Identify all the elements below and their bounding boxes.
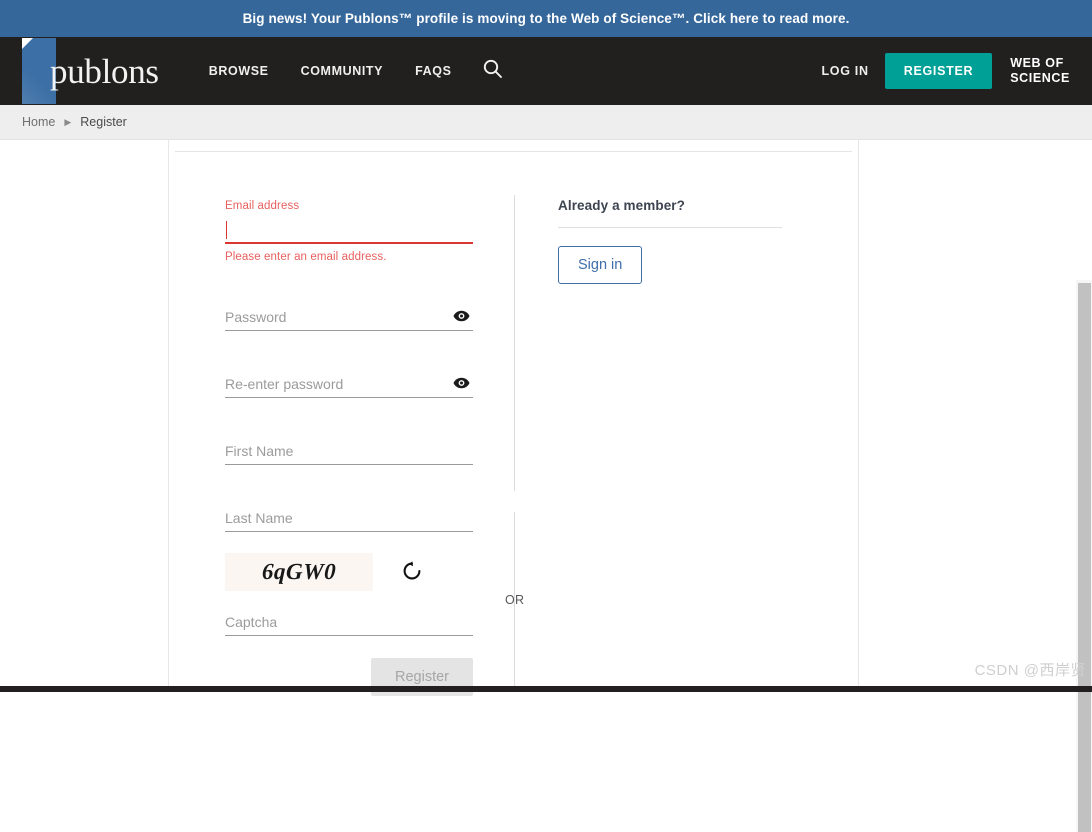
registration-form: Email address Please enter an email addr… (225, 200, 473, 696)
main-navbar: publons BROWSE COMMUNITY FAQS LOG IN REG… (0, 37, 1092, 105)
publons-logo-text: publons (50, 54, 159, 89)
breadcrumb-item-home[interactable]: Home (22, 115, 55, 129)
announcement-text: Big news! Your Publons™ profile is movin… (243, 11, 850, 26)
captcha-refresh-button[interactable] (399, 559, 425, 585)
last-name-input[interactable] (225, 506, 473, 530)
password-input[interactable] (225, 305, 473, 329)
last-name-input-wrap[interactable] (225, 506, 473, 532)
password-field-group (225, 305, 473, 331)
vertical-divider-bottom (514, 512, 515, 692)
captcha-row: 6qGW0 (225, 553, 473, 591)
web-of-science-line-2: SCIENCE (1010, 71, 1070, 86)
register-columns: Email address Please enter an email addr… (169, 140, 858, 692)
scrollbar-thumb[interactable] (1078, 283, 1091, 832)
spacer (225, 263, 473, 305)
eye-icon (453, 377, 470, 392)
email-label: Email address (225, 200, 473, 212)
web-of-science-line-1: WEB OF (1010, 56, 1070, 71)
email-field-group: Email address Please enter an email addr… (225, 200, 473, 263)
first-name-input[interactable] (225, 439, 473, 463)
watermark: CSDN @西岸贤 (975, 659, 1086, 680)
web-of-science-link[interactable]: WEB OF SCIENCE (1010, 56, 1070, 86)
spacer (225, 465, 473, 506)
nav-link-browse[interactable]: BROWSE (193, 54, 285, 88)
log-in-link[interactable]: LOG IN (805, 54, 884, 88)
password-confirm-visibility-toggle[interactable] (451, 374, 471, 394)
email-error-message: Please enter an email address. (225, 251, 473, 263)
nav-link-community[interactable]: COMMUNITY (285, 54, 399, 88)
page-body: Email address Please enter an email addr… (0, 140, 1092, 692)
refresh-icon (401, 560, 423, 585)
sign-in-button[interactable]: Sign in (558, 246, 642, 284)
password-input-wrap[interactable] (225, 305, 473, 331)
member-panel-title: Already a member? (558, 198, 808, 213)
captcha-image-text: 6qGW0 (262, 559, 337, 585)
member-panel: Already a member? Sign in (558, 198, 808, 284)
publons-logo[interactable]: publons (22, 37, 159, 105)
spacer (225, 331, 473, 372)
vertical-divider-top (514, 195, 515, 491)
member-panel-divider (558, 227, 782, 228)
password-confirm-input[interactable] (225, 372, 473, 396)
bottom-strip (0, 686, 1092, 692)
announcement-banner[interactable]: Big news! Your Publons™ profile is movin… (0, 0, 1092, 37)
register-card: Email address Please enter an email addr… (168, 140, 859, 692)
captcha-image: 6qGW0 (225, 553, 373, 591)
spacer (225, 398, 473, 439)
text-caret (226, 221, 227, 239)
nav-right-group: LOG IN REGISTER WEB OF SCIENCE (805, 53, 1070, 89)
last-name-field-group (225, 506, 473, 532)
search-button[interactable] (468, 48, 517, 94)
breadcrumb: Home ▶ Register (0, 105, 1092, 140)
email-input-wrap[interactable] (225, 218, 473, 244)
nav-link-faqs[interactable]: FAQS (399, 54, 467, 88)
captcha-field-group (225, 610, 473, 636)
password-confirm-input-wrap[interactable] (225, 372, 473, 398)
captcha-input[interactable] (225, 610, 473, 634)
breadcrumb-separator-icon: ▶ (64, 117, 71, 128)
first-name-input-wrap[interactable] (225, 439, 473, 465)
captcha-input-wrap[interactable] (225, 610, 473, 636)
eye-icon (453, 310, 470, 325)
search-icon (482, 58, 503, 84)
register-button[interactable]: REGISTER (885, 53, 993, 89)
breadcrumb-item-register: Register (80, 115, 127, 129)
password-confirm-field-group (225, 372, 473, 398)
first-name-field-group (225, 439, 473, 465)
primary-nav: BROWSE COMMUNITY FAQS (193, 48, 517, 94)
password-visibility-toggle[interactable] (451, 307, 471, 327)
email-input[interactable] (225, 218, 473, 242)
